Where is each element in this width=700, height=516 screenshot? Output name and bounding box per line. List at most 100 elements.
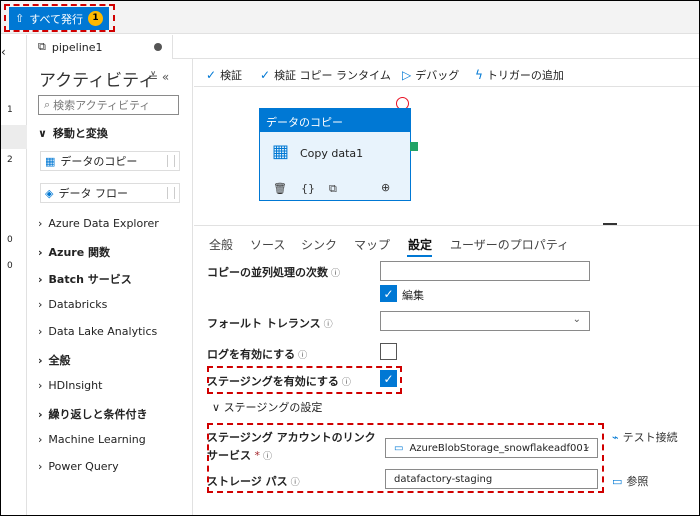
chevron-right-icon: ›	[38, 379, 43, 392]
resource-strip: ‹ 1 2 0 0	[1, 35, 27, 515]
node-actions: 🗑 {} ⧉	[273, 182, 337, 196]
label-text: コピーの並列処理の次数	[207, 266, 328, 279]
tab-pipeline1[interactable]: ⧉ pipeline1	[28, 35, 173, 59]
tab-sink[interactable]: シンク	[301, 236, 337, 253]
resize-handle[interactable]	[603, 223, 617, 225]
activity-category[interactable]: › Azure 関数	[38, 244, 110, 260]
category-label: 繰り返しと条件付き	[48, 408, 148, 421]
code-icon[interactable]: {}	[301, 182, 315, 196]
folder-icon: ▭	[612, 474, 623, 488]
highlight-enable-staging	[207, 366, 402, 394]
search-placeholder: 検索アクティビティ	[53, 99, 151, 112]
browse-button[interactable]: ▭ 参照	[612, 473, 648, 489]
collapse-controls[interactable]: ≚ «	[148, 70, 169, 84]
add-trigger-button[interactable]: ϟ トリガーの追加	[475, 67, 564, 83]
staging-settings-toggle[interactable]: ∨ ステージングの設定	[212, 399, 322, 415]
drag-handle[interactable]	[167, 155, 175, 167]
unsaved-dot-icon	[154, 43, 162, 51]
strip-count: 0	[7, 235, 13, 245]
drag-handle[interactable]	[167, 187, 175, 199]
enable-logging-label: ログを有効にする ⓘ	[207, 346, 307, 362]
activity-search-input[interactable]: ⌕ 検索アクティビティ	[38, 95, 179, 115]
validate-copy-runtime-button[interactable]: ✓ 検証 コピー ランタイム	[260, 67, 391, 83]
info-icon: ⓘ	[298, 351, 308, 361]
category-label: Azure 関数	[48, 246, 111, 259]
activity-category[interactable]: › Power Query	[38, 460, 119, 473]
activity-category[interactable]: › Azure Data Explorer	[38, 217, 159, 230]
activity-category[interactable]: › HDInsight	[38, 379, 102, 392]
strip-count: 2	[7, 155, 13, 165]
tab-user-properties[interactable]: ユーザーのプロパティ	[450, 236, 569, 253]
group-move-transform[interactable]: ∨ 移動と変換	[38, 125, 108, 141]
tab-general[interactable]: 全般	[209, 236, 233, 253]
pipeline-canvas[interactable]: データのコピー ▦ Copy data1 🗑 {} ⧉ ⊕	[194, 87, 699, 225]
activity-category[interactable]: › 繰り返しと条件付き	[38, 406, 148, 422]
category-label: Power Query	[48, 460, 119, 473]
activity-label: データ フロー	[58, 187, 128, 200]
chevron-right-icon: ›	[38, 325, 43, 338]
activity-category[interactable]: › Batch サービス	[38, 271, 132, 287]
strip-chevron-icon[interactable]: ‹	[1, 45, 6, 59]
parallel-copy-label: コピーの並列処理の次数 ⓘ	[207, 264, 340, 280]
category-label: Machine Learning	[48, 433, 146, 446]
fault-tolerance-select[interactable]: ⌄	[380, 311, 590, 331]
node-name: Copy data1	[300, 147, 364, 160]
chevron-right-icon: ›	[38, 433, 43, 446]
debug-button[interactable]: ▷ デバッグ	[402, 67, 459, 83]
tab-label: pipeline1	[51, 40, 103, 54]
browse-label: 参照	[626, 475, 649, 488]
check-icon: ✓	[206, 68, 217, 82]
activity-category[interactable]: › Data Lake Analytics	[38, 325, 157, 338]
tab-source[interactable]: ソース	[250, 236, 285, 253]
delete-icon[interactable]: 🗑	[273, 182, 287, 196]
chevron-right-icon: ›	[38, 460, 43, 473]
pipeline-toolbar: ✓ 検証 ✓ 検証 コピー ランタイム ▷ デバッグ ϟ トリガーの追加	[194, 59, 699, 87]
category-label: Batch サービス	[48, 273, 132, 286]
section-label: ステージングの設定	[223, 401, 323, 414]
test-connection-button[interactable]: ⌁ テスト接続	[612, 429, 678, 445]
validate-button[interactable]: ✓ 検証	[206, 67, 242, 83]
edit-checkbox[interactable]: ✓	[380, 285, 397, 302]
check-icon: ✓	[260, 68, 271, 82]
tab-settings[interactable]: 設定	[408, 236, 432, 253]
info-icon: ⓘ	[323, 320, 333, 330]
chevron-right-icon: ›	[38, 298, 43, 311]
copy-data-icon: ▦	[45, 154, 56, 168]
validate-label: 検証	[220, 69, 243, 82]
activity-category[interactable]: › Databricks	[38, 298, 107, 311]
active-tab-underline	[407, 255, 432, 257]
success-connector-handle[interactable]	[410, 142, 418, 151]
parallel-copy-input[interactable]	[380, 261, 590, 281]
enable-logging-checkbox[interactable]	[380, 343, 397, 360]
copy-data-node[interactable]: データのコピー ▦ Copy data1 🗑 {} ⧉ ⊕	[259, 108, 411, 201]
add-output-icon[interactable]: ⊕	[381, 181, 390, 194]
chevron-right-icon: ›	[38, 272, 43, 286]
category-label: Databricks	[48, 298, 108, 311]
category-label: 全般	[48, 354, 71, 367]
play-icon: ▷	[402, 68, 412, 82]
chevron-down-icon: ∨	[38, 126, 47, 140]
plug-icon: ⌁	[612, 430, 619, 444]
trigger-icon: ϟ	[475, 68, 483, 82]
activity-data-flow[interactable]: ◈ データ フロー	[40, 183, 180, 203]
tab-mapping[interactable]: マップ	[354, 236, 390, 253]
group-label: 移動と変換	[52, 127, 108, 140]
chevron-right-icon: ›	[38, 407, 43, 421]
data-flow-icon: ◈	[45, 186, 54, 200]
strip-count: 1	[7, 105, 13, 115]
label-text: ログを有効にする	[207, 348, 296, 361]
debug-label: デバッグ	[415, 69, 460, 82]
category-label: HDInsight	[48, 379, 103, 392]
activity-copy-data[interactable]: ▦ データのコピー	[40, 151, 180, 171]
app-window: ⇧ すべて発行 1 ‹ 1 2 0 0 ⧉ pipeline1 アクティビティ …	[0, 0, 700, 516]
clone-icon[interactable]: ⧉	[329, 182, 337, 196]
tab-row: ⧉ pipeline1	[28, 35, 699, 59]
activity-category[interactable]: › 全般	[38, 352, 71, 368]
test-connection-label: テスト接続	[622, 431, 678, 444]
chevron-right-icon: ›	[38, 353, 43, 367]
chevron-down-icon: ∨	[212, 401, 221, 414]
activities-panel: アクティビティ ≚ « ⌕ 検索アクティビティ ∨ 移動と変換 ▦ データのコピ…	[28, 59, 193, 515]
add-trigger-label: トリガーの追加	[486, 69, 564, 82]
activity-category[interactable]: › Machine Learning	[38, 433, 146, 446]
pipeline-icon: ⧉	[38, 40, 46, 53]
